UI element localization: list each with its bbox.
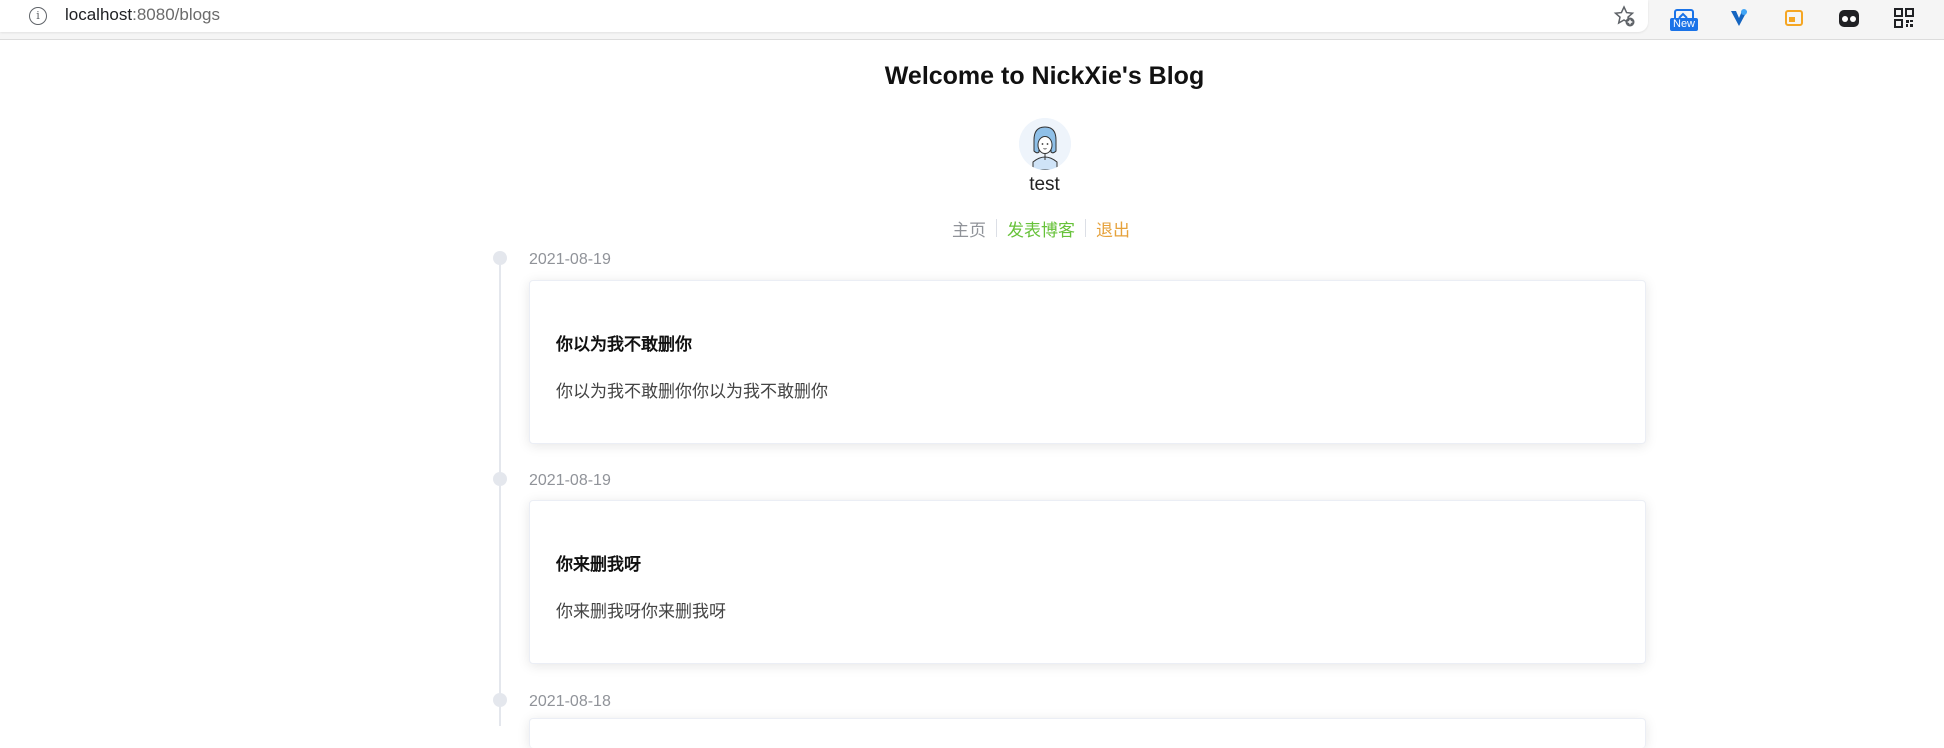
blog-description: 你来删我呀你来删我呀 xyxy=(556,602,726,622)
timeline-node xyxy=(493,251,507,265)
home-link[interactable]: 主页 xyxy=(952,216,986,241)
blog-card[interactable]: 你以为我不敢删你 你以为我不敢删你你以为我不敢删你 xyxy=(529,280,1646,444)
blog-date: 2021-08-19 xyxy=(529,251,611,268)
avatar-illustration xyxy=(1019,118,1071,170)
new-badge: New xyxy=(1670,18,1699,31)
timeline-node xyxy=(493,472,507,486)
browser-toolbar: i localhost:8080/blogs New xyxy=(0,0,1944,40)
timeline-line xyxy=(499,258,501,726)
blog-description: 你以为我不敢删你你以为我不敢删你 xyxy=(556,382,828,402)
page-title: Welcome to NickXie's Blog xyxy=(884,62,1205,90)
bookmark-star-icon[interactable] xyxy=(1612,4,1636,28)
blog-title[interactable]: 你来删我呀 xyxy=(556,550,641,575)
nav-divider xyxy=(1085,219,1086,237)
v-extension-icon[interactable] xyxy=(1724,4,1754,32)
blog-date: 2021-08-18 xyxy=(529,693,611,710)
qr-code-icon[interactable] xyxy=(1889,4,1919,32)
info-icon[interactable]: i xyxy=(29,7,47,25)
timeline-node xyxy=(493,693,507,707)
publish-blog-link[interactable]: 发表博客 xyxy=(1007,216,1075,241)
address-bar[interactable]: i localhost:8080/blogs xyxy=(0,0,1648,32)
nav-divider xyxy=(996,219,997,237)
orange-extension-icon[interactable] xyxy=(1779,4,1809,32)
username: test xyxy=(1029,174,1060,195)
spy-extension-icon[interactable] xyxy=(1834,4,1864,32)
nav-links: 主页 发表博客 退出 xyxy=(952,216,1130,240)
blog-card[interactable] xyxy=(529,718,1646,748)
blog-card[interactable]: 你来删我呀 你来删我呀你来删我呀 xyxy=(529,500,1646,664)
url-text[interactable]: localhost:8080/blogs xyxy=(65,4,220,26)
avatar[interactable] xyxy=(1019,118,1071,170)
logout-link[interactable]: 退出 xyxy=(1096,216,1130,241)
blog-title[interactable]: 你以为我不敢删你 xyxy=(556,330,692,355)
blog-date: 2021-08-19 xyxy=(529,472,611,489)
